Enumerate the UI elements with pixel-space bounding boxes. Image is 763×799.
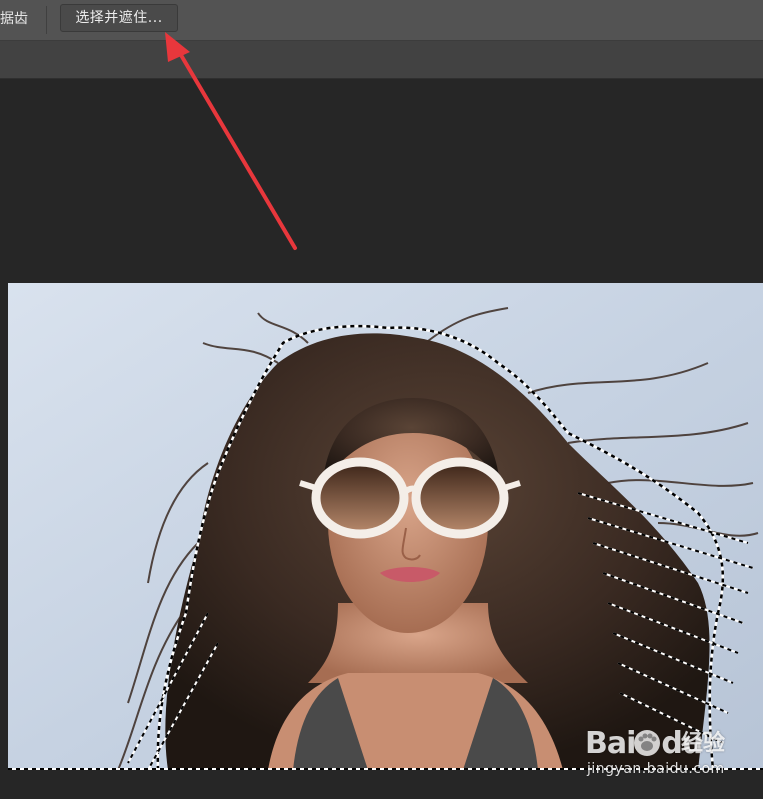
document-tab-strip: [0, 41, 763, 79]
baidu-jingyan-watermark: Bai du 经验 jingyan.baidu.com: [585, 725, 755, 785]
select-and-mask-button[interactable]: 选择并遮住...: [60, 4, 178, 32]
watermark-product: 经验: [681, 731, 726, 756]
baidu-paw-icon: [634, 730, 660, 756]
watermark-url: jingyan.baidu.com: [587, 761, 725, 777]
photoshop-window: 据齿 选择并遮住... Bai du 经验 jingyan.baidu.com: [0, 0, 763, 799]
photo-layer[interactable]: [8, 283, 763, 770]
anti-alias-label: 据齿: [0, 11, 28, 27]
options-divider: [46, 6, 47, 34]
options-bar: 据齿 选择并遮住...: [0, 0, 763, 41]
photo-layer-icon: [8, 283, 763, 770]
